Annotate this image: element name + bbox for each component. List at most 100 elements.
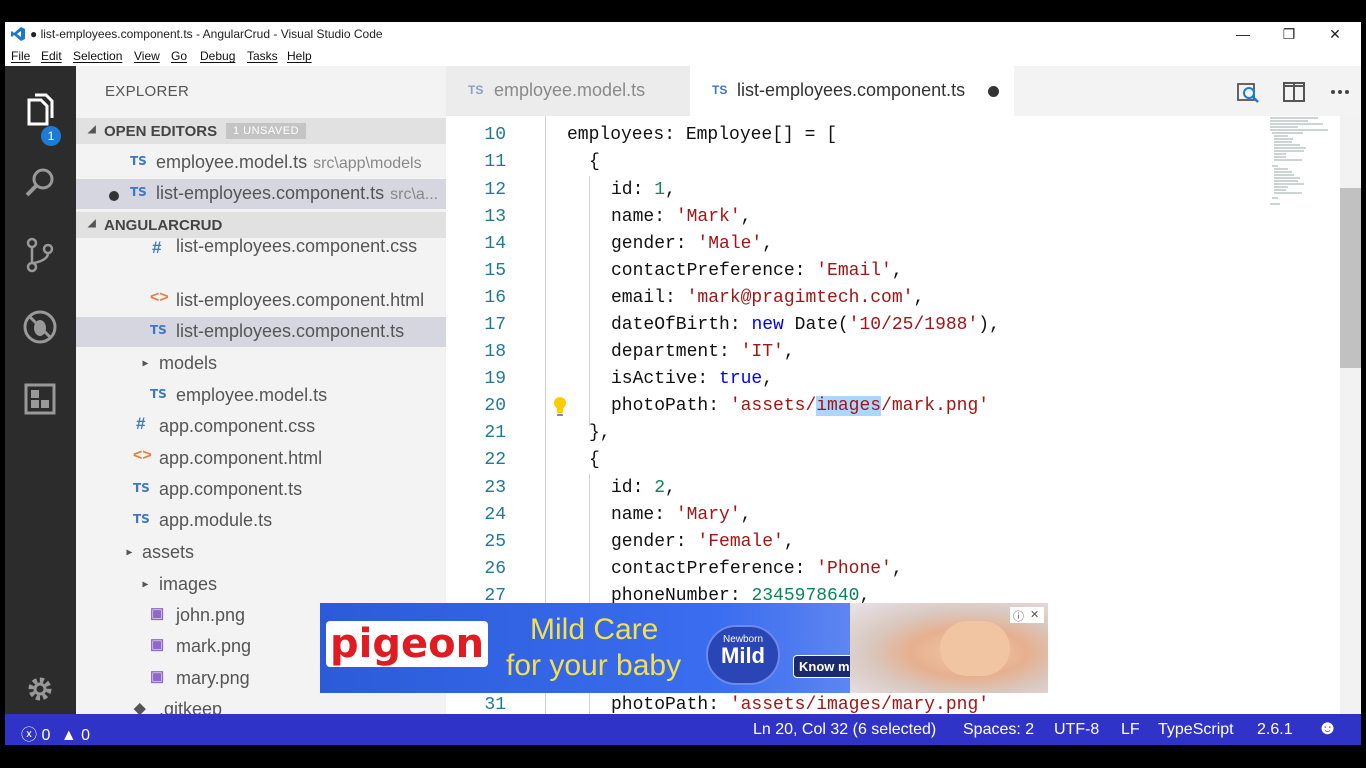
tree-item-label: list-employees.component.html xyxy=(176,290,425,310)
ad-baby-face xyxy=(940,621,1010,676)
restore-button[interactable]: ❐ xyxy=(1269,24,1309,44)
gitkeep-file-icon: ◆ xyxy=(134,700,146,714)
ad-banner[interactable]: pigeon Mild Care for your baby Newborn M… xyxy=(320,603,1048,693)
tree-item-label: assets xyxy=(142,542,195,562)
menu-file[interactable]: File xyxy=(11,49,30,63)
code-line: { xyxy=(589,152,600,172)
tree-item-label: app.module.ts xyxy=(159,510,273,530)
code-line: gender: 'Male', xyxy=(611,234,774,254)
expanded-arrow-icon: ▲ xyxy=(139,358,151,369)
line-number: 15 xyxy=(484,261,506,281)
tree-item[interactable]: <> app.component.html xyxy=(76,444,446,474)
tree-item-label: mary.png xyxy=(176,668,250,688)
code-line: { xyxy=(589,450,600,470)
files-icon xyxy=(27,93,54,126)
menu-selection[interactable]: Selection xyxy=(73,49,122,63)
code-line: photoPath: 'assets/images/mary.png' xyxy=(611,695,990,714)
warning-count: 0 xyxy=(81,727,91,744)
tree-item[interactable]: TS app.component.ts xyxy=(76,475,446,505)
code-line-current: photoPath: 'assets/images/mark.png' xyxy=(611,396,990,416)
scrollbar-thumb[interactable] xyxy=(1340,188,1361,368)
typescript-file-icon: TS xyxy=(712,83,728,97)
tree-item[interactable]: TS employee.model.ts xyxy=(76,381,446,411)
line-number: 11 xyxy=(484,152,506,172)
code-line: employees: Employee[] = [ xyxy=(567,125,838,145)
project-label: ANGULARCRUD xyxy=(104,217,223,234)
typescript-file-icon: TS xyxy=(130,185,147,199)
line-number: 21 xyxy=(484,423,506,443)
cursor-position[interactable]: Ln 20, Col 32 (6 selected) xyxy=(753,721,936,739)
line-number: 12 xyxy=(484,180,506,200)
tree-item[interactable]: ◆ .gitkeep xyxy=(76,695,446,714)
search-activity[interactable] xyxy=(5,152,76,212)
code-line: name: 'Mark', xyxy=(611,207,752,227)
open-editors-header[interactable]: ◢ OPEN EDITORS 1 UNSAVED xyxy=(76,118,446,144)
status-bar: ⓧ 0 ▲ 0 Ln 20, Col 32 (6 selected) Space… xyxy=(5,714,1361,745)
source-control-activity[interactable] xyxy=(5,224,76,284)
image-file-icon: ▣ xyxy=(150,636,165,653)
open-editor-name: employee.model.ts xyxy=(156,152,308,172)
explorer-activity[interactable]: 1 xyxy=(5,80,76,146)
tree-item-label: models xyxy=(159,353,218,373)
code-line: id: 1, xyxy=(611,180,676,200)
close-window-button[interactable]: ✕ xyxy=(1315,24,1355,44)
more-actions-icon[interactable] xyxy=(1328,80,1352,104)
split-editor-icon[interactable] xyxy=(1282,80,1306,104)
typescript-file-icon: TS xyxy=(468,83,484,97)
indentation-setting[interactable]: Spaces: 2 xyxy=(963,721,1034,739)
search-icon xyxy=(25,168,54,197)
line-number: 31 xyxy=(484,695,506,714)
menu-edit[interactable]: Edit xyxy=(41,49,62,63)
ad-close-icon[interactable]: ✕ xyxy=(1030,608,1039,621)
tree-folder[interactable]: ▲ images xyxy=(76,570,446,600)
line-number: 22 xyxy=(484,450,506,470)
ad-info-icon[interactable]: ⓘ xyxy=(1013,608,1024,624)
code-line: department: 'IT', xyxy=(611,342,795,362)
unsaved-dot-icon[interactable] xyxy=(988,86,999,97)
code-line: email: 'mark@pragimtech.com', xyxy=(611,288,925,308)
debug-activity[interactable] xyxy=(5,296,76,356)
ad-product-badge: Newborn Mild xyxy=(706,625,780,685)
menu-view[interactable]: View xyxy=(134,49,160,63)
tab-list-employees-component[interactable]: TS list-employees.component.ts xyxy=(690,66,1014,116)
encoding-setting[interactable]: UTF-8 xyxy=(1054,721,1099,739)
unsaved-dot-icon[interactable] xyxy=(109,191,119,201)
line-number: 16 xyxy=(484,288,506,308)
error-icon: ⓧ xyxy=(21,727,38,744)
feedback-smiley-icon[interactable]: ☻ xyxy=(1317,717,1338,740)
tree-item[interactable]: # list-employees.component.css xyxy=(76,236,446,266)
open-editor-item-active[interactable]: TS list-employees.component.ts src\a... xyxy=(76,179,446,209)
tree-folder[interactable]: ▲ assets xyxy=(76,538,446,568)
code-line: }, xyxy=(589,423,611,443)
tree-item[interactable]: TS app.module.ts xyxy=(76,506,446,536)
open-changes-icon[interactable] xyxy=(1236,80,1260,104)
minimize-button[interactable]: — xyxy=(1223,24,1263,44)
tree-folder[interactable]: ▲ models xyxy=(76,349,446,379)
menu-tasks[interactable]: Tasks xyxy=(247,49,278,63)
menu-go[interactable]: Go xyxy=(171,49,187,63)
lightbulb-icon[interactable] xyxy=(552,396,568,418)
code-line: isActive: true, xyxy=(611,369,774,389)
open-editor-item[interactable]: TS employee.model.ts src\app\models xyxy=(76,148,446,178)
tree-item[interactable]: # app.component.css xyxy=(76,412,446,442)
project-header[interactable]: ◢ ANGULARCRUD xyxy=(76,212,446,238)
typescript-version[interactable]: 2.6.1 xyxy=(1257,721,1293,739)
errors-indicator[interactable]: ⓧ 0 ▲ 0 xyxy=(21,721,90,745)
window-title: ● list-employees.component.ts - AngularC… xyxy=(30,27,383,41)
code-line: dateOfBirth: new Date('10/25/1988'), xyxy=(611,315,1000,335)
menu-help[interactable]: Help xyxy=(287,49,312,63)
menu-debug[interactable]: Debug xyxy=(200,49,235,63)
selected-text: images xyxy=(816,396,882,416)
tab-employee-model[interactable]: TS employee.model.ts xyxy=(446,66,690,116)
language-mode[interactable]: TypeScript xyxy=(1158,721,1234,739)
ad-headline: Mild Care xyxy=(530,613,659,646)
open-editor-path: src\a... xyxy=(390,186,439,203)
tree-item[interactable]: <> list-employees.component.html xyxy=(76,286,446,316)
tab-label: employee.model.ts xyxy=(494,80,646,100)
minimap[interactable] xyxy=(1268,116,1338,216)
tree-item-label: john.png xyxy=(176,605,246,625)
tree-item-selected[interactable]: TS list-employees.component.ts xyxy=(76,317,446,347)
eol-setting[interactable]: LF xyxy=(1121,721,1140,739)
extensions-activity[interactable] xyxy=(5,368,76,428)
editor-scrollbar[interactable] xyxy=(1340,116,1361,714)
